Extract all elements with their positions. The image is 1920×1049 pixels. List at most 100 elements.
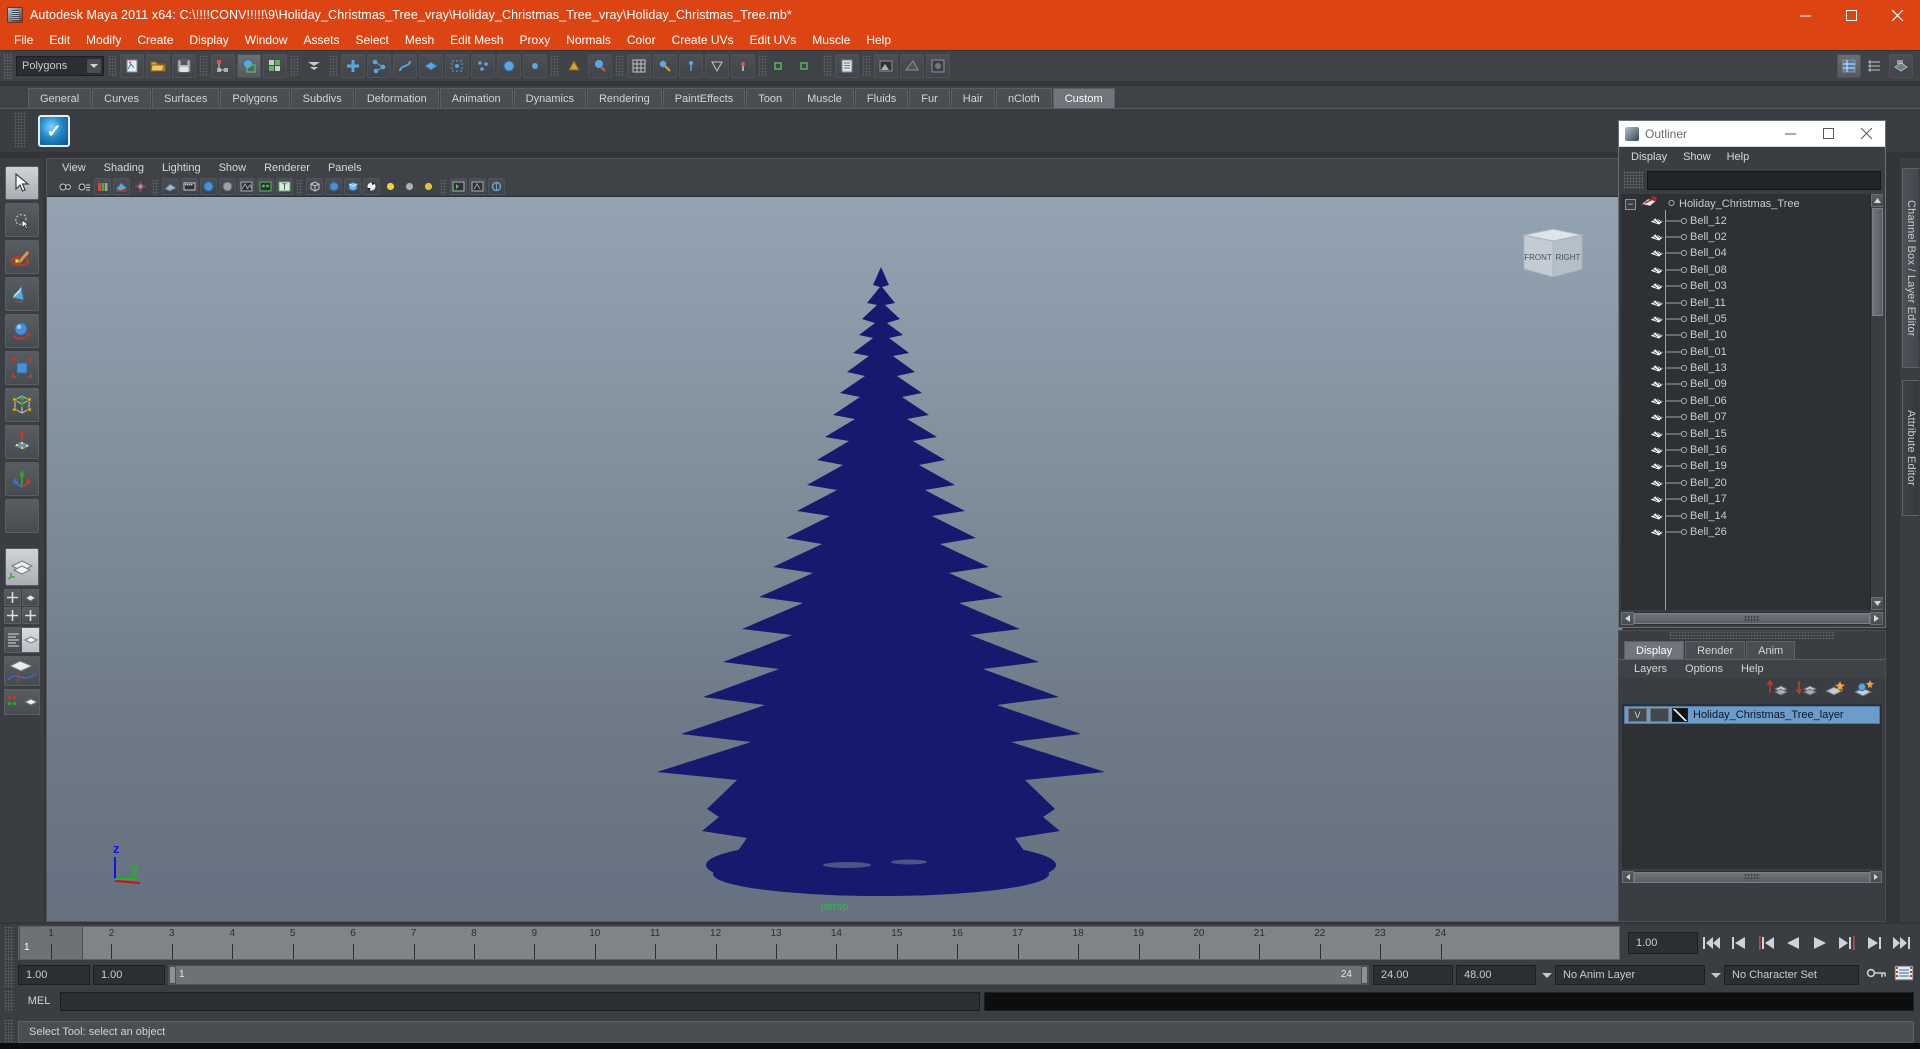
tab-channel-box-layer-editor[interactable]: Channel Box / Layer Editor bbox=[1902, 168, 1919, 368]
viewport-menu-panels[interactable]: Panels bbox=[319, 161, 371, 175]
menu-select[interactable]: Select bbox=[347, 31, 396, 49]
snap-point-icon[interactable] bbox=[653, 54, 677, 78]
layer-hscroll-right-icon[interactable] bbox=[1870, 871, 1882, 883]
lasso-select-tool-button[interactable] bbox=[5, 203, 39, 237]
outliner-search-input[interactable] bbox=[1647, 170, 1881, 190]
step-back-key-icon[interactable] bbox=[1725, 930, 1752, 956]
film-gate-icon[interactable] bbox=[181, 178, 198, 195]
select-by-object-type-icon[interactable] bbox=[237, 54, 261, 78]
xray-icon[interactable] bbox=[238, 178, 255, 195]
select-curves-icon[interactable] bbox=[393, 54, 417, 78]
shelf-tab-ncloth[interactable]: nCloth bbox=[995, 88, 1052, 108]
viewport-canvas[interactable]: FRONT RIGHT z y persp bbox=[47, 197, 1622, 921]
select-camera-icon[interactable] bbox=[56, 178, 73, 195]
hscroll-right-icon[interactable] bbox=[1870, 612, 1883, 625]
tab-attribute-editor[interactable]: Attribute Editor bbox=[1902, 380, 1919, 516]
layer-visibility-toggle[interactable]: V bbox=[1628, 708, 1647, 722]
new-scene-icon[interactable] bbox=[120, 54, 144, 78]
grid-toggle-icon[interactable] bbox=[162, 178, 179, 195]
new-layer-from-selected-icon[interactable] bbox=[1853, 679, 1875, 702]
status-line-grip[interactable] bbox=[3, 53, 13, 79]
outliner-persp-layout-button[interactable] bbox=[22, 589, 39, 606]
outliner-item-bell_05[interactable]: Bell_05 bbox=[1621, 311, 1870, 327]
save-scene-icon[interactable] bbox=[172, 54, 196, 78]
open-scene-icon[interactable] bbox=[146, 54, 170, 78]
menu-mesh[interactable]: Mesh bbox=[397, 31, 442, 49]
menu-create-uvs[interactable]: Create UVs bbox=[664, 31, 742, 49]
layer-playback-toggle[interactable] bbox=[1650, 708, 1669, 722]
viewport-menu-view[interactable]: View bbox=[53, 161, 95, 175]
vray-shelf-icon[interactable]: ✓ bbox=[38, 114, 70, 147]
select-joints-icon[interactable] bbox=[367, 54, 391, 78]
outliner-item-bell_13[interactable]: Bell_13 bbox=[1621, 360, 1870, 376]
shelf-tab-fluids[interactable]: Fluids bbox=[854, 88, 909, 108]
outliner-item-bell_04[interactable]: Bell_04 bbox=[1621, 245, 1870, 261]
outliner-horizontal-scrollbar[interactable] bbox=[1621, 612, 1883, 625]
select-surfaces-icon[interactable] bbox=[419, 54, 443, 78]
new-layer-icon[interactable] bbox=[1824, 679, 1846, 702]
viewport-menu-lighting[interactable]: Lighting bbox=[153, 161, 210, 175]
bookmarks-icon[interactable] bbox=[94, 178, 111, 195]
step-back-frame-icon[interactable] bbox=[1752, 930, 1779, 956]
menu-window[interactable]: Window bbox=[237, 31, 296, 49]
outliner-item-bell_11[interactable]: Bell_11 bbox=[1621, 294, 1870, 310]
select-dynamics-icon[interactable] bbox=[471, 54, 495, 78]
menu-color[interactable]: Color bbox=[619, 31, 664, 49]
time-slider-track[interactable]: 1 1 2 3 4 5 6 7 8 9 10 11 12 13 14 15 16 17 18 19 20 21 22 23 2… bbox=[18, 926, 1620, 960]
layer-menu-help[interactable]: Help bbox=[1732, 663, 1773, 675]
help-line-grip[interactable] bbox=[4, 1018, 14, 1045]
view-cube[interactable]: FRONT RIGHT bbox=[1520, 225, 1586, 283]
outliner-menu-help[interactable]: Help bbox=[1719, 150, 1758, 164]
go-to-start-icon[interactable] bbox=[1698, 930, 1725, 956]
step-forward-frame-icon[interactable] bbox=[1833, 930, 1860, 956]
select-by-hierarchy-icon[interactable] bbox=[211, 54, 235, 78]
select-misc-icon[interactable] bbox=[523, 54, 547, 78]
shelf-tab-painteffects[interactable]: PaintEffects bbox=[662, 88, 746, 108]
shelf-tab-polygons[interactable]: Polygons bbox=[220, 88, 290, 108]
persp-graph-editor-layout-button[interactable] bbox=[4, 656, 40, 686]
outliner-item-bell_12[interactable]: Bell_12 bbox=[1621, 212, 1870, 228]
menu-display[interactable]: Display bbox=[181, 31, 236, 49]
image-plane-icon[interactable] bbox=[113, 178, 130, 195]
animation-start-time-field[interactable]: 1.00 bbox=[18, 965, 90, 985]
viewport-menu-show[interactable]: Show bbox=[210, 161, 256, 175]
menu-muscle[interactable]: Muscle bbox=[804, 31, 858, 49]
make-live-icon[interactable] bbox=[705, 54, 729, 78]
construction-history-icon[interactable] bbox=[835, 54, 859, 78]
range-end-time-field[interactable]: 24.00 bbox=[1373, 965, 1453, 985]
lighting-icon[interactable] bbox=[257, 178, 274, 195]
outliner-item-bell_08[interactable]: Bell_08 bbox=[1621, 262, 1870, 278]
shelf-grip[interactable] bbox=[14, 112, 26, 148]
outliner-filter-grip-icon[interactable] bbox=[1623, 171, 1643, 189]
select-by-component-type-icon[interactable] bbox=[263, 54, 287, 78]
rotate-tool-button[interactable] bbox=[5, 314, 39, 348]
outliner-item-bell_17[interactable]: Bell_17 bbox=[1621, 491, 1870, 507]
shelf-tab-subdivs[interactable]: Subdivs bbox=[290, 88, 354, 108]
outliner-item-bell_10[interactable]: Bell_10 bbox=[1621, 327, 1870, 343]
play-backwards-icon[interactable] bbox=[1779, 930, 1806, 956]
shelf-tab-deformation[interactable]: Deformation bbox=[354, 88, 439, 108]
outliner-vertical-scrollbar[interactable] bbox=[1870, 194, 1883, 610]
layer-editor-tab-display[interactable]: Display bbox=[1624, 641, 1685, 659]
hscroll-left-icon[interactable] bbox=[1621, 612, 1634, 625]
hypershade-persp-layout-button[interactable] bbox=[4, 689, 40, 715]
anim-layer-field[interactable]: No Anim Layer bbox=[1555, 965, 1705, 985]
textured-icon[interactable] bbox=[363, 178, 380, 195]
animation-end-time-field[interactable]: 48.00 bbox=[1456, 965, 1536, 985]
use-all-lights-icon[interactable] bbox=[401, 178, 418, 195]
character-set-chevron-icon[interactable] bbox=[1708, 965, 1724, 985]
shelf-tab-general[interactable]: General bbox=[28, 88, 92, 108]
smooth-shade-selected-icon[interactable] bbox=[344, 178, 361, 195]
outliner-minimize-button[interactable] bbox=[1771, 121, 1809, 147]
outliner-item-bell_03[interactable]: Bell_03 bbox=[1621, 278, 1870, 294]
range-slider-bar[interactable]: 1 24 bbox=[168, 965, 1369, 985]
outliner-scroll-thumb[interactable] bbox=[1871, 208, 1883, 316]
outliner-item-bell_07[interactable]: Bell_07 bbox=[1621, 409, 1870, 425]
shelf-tab-dynamics[interactable]: Dynamics bbox=[513, 88, 586, 108]
outliner-tree-body[interactable]: − Holiday_Christmas_Tree Bell_12 Bell_02 Bel… bbox=[1621, 194, 1883, 610]
chevron-down-icon[interactable] bbox=[86, 58, 102, 74]
snap-view-plane-icon[interactable] bbox=[679, 54, 703, 78]
menu-proxy[interactable]: Proxy bbox=[512, 31, 559, 49]
show-manipulator-tool-button[interactable] bbox=[5, 462, 39, 496]
layer-editor-tab-anim[interactable]: Anim bbox=[1746, 641, 1796, 659]
